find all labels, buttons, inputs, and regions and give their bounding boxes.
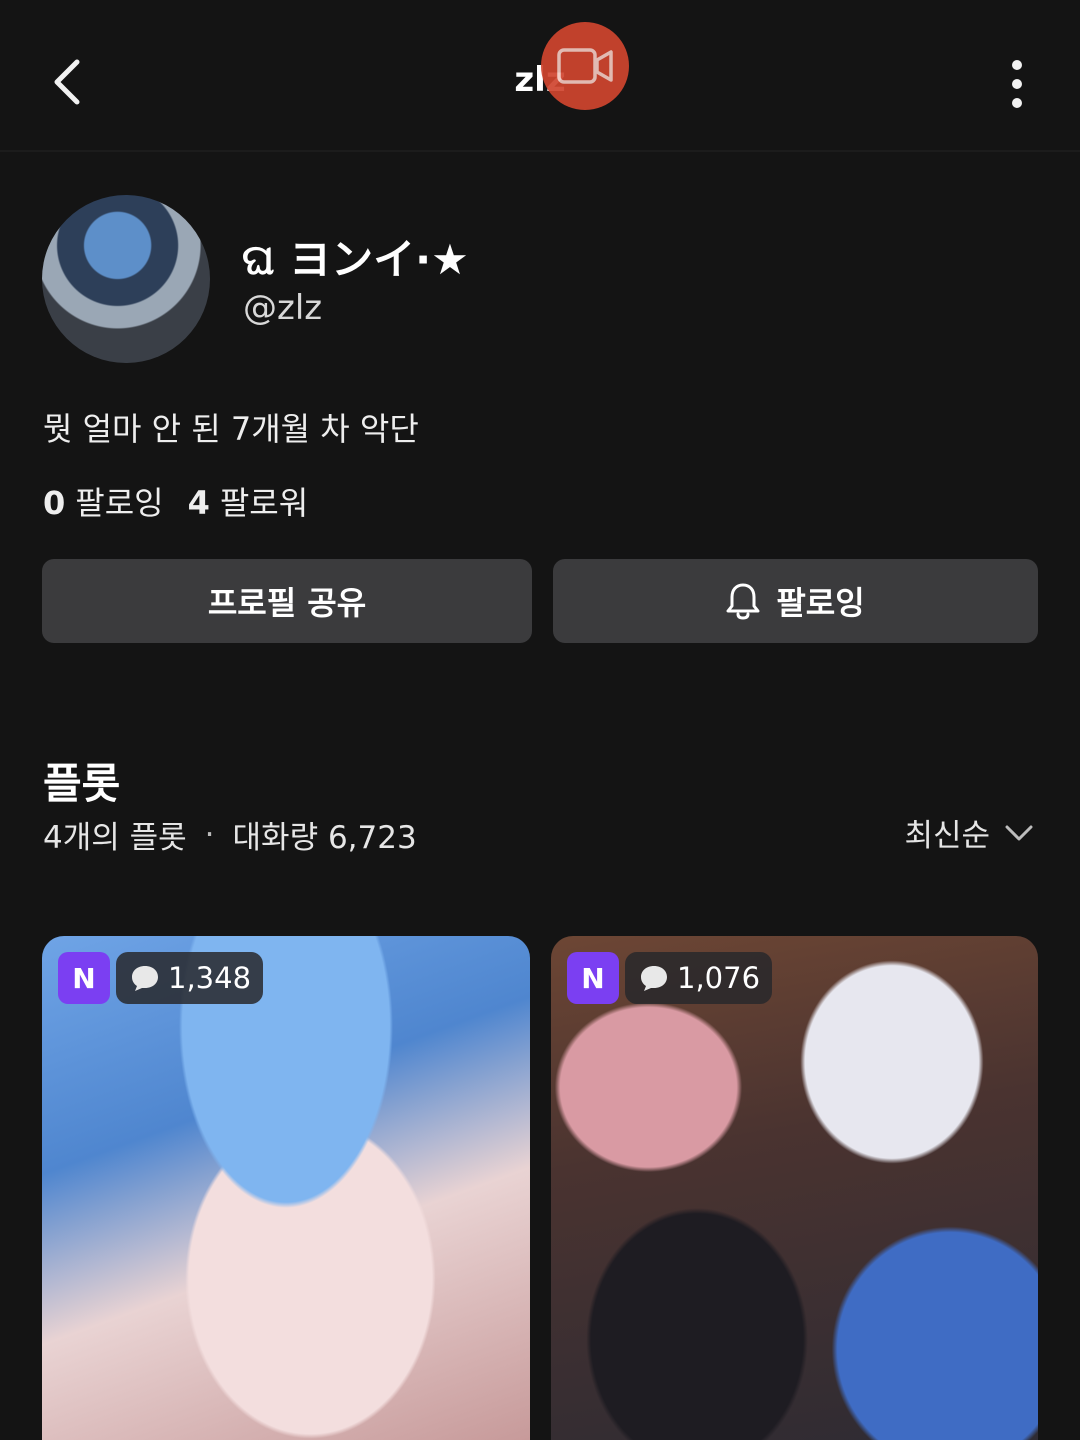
chat-bubble-icon [132,966,158,991]
following-label: 팔로잉 [75,484,164,522]
new-badge: N [58,952,110,1004]
followers-count: 4 [187,484,210,522]
plots-section-title: 플롯 [43,759,121,808]
sort-dropdown[interactable]: 최신순 [904,810,1034,855]
followers-stat[interactable]: 4 팔로워 [188,478,309,524]
page-title: zlz [514,60,566,100]
following-stat[interactable]: 0 팔로잉 [43,478,164,524]
plots-meta: 4개의 플롯 · 대화량 6,723 [43,812,417,857]
more-options-button[interactable] [992,52,1042,116]
new-badge: N [567,952,619,1004]
avatar[interactable] [42,195,210,363]
sort-label: 최신순 [904,818,990,854]
meta-separator: · [204,816,215,853]
following-button-label: 팔로잉 [776,584,865,622]
follow-stats: 0 팔로잉 4 팔로워 [43,478,308,524]
followers-label: 팔로워 [219,484,309,522]
chat-count: 1,348 [168,961,252,995]
profile-bio: 뭣 얼마 안 된 7개월 차 악단 [43,410,419,448]
user-handle: @zlz [243,288,323,328]
conversation-volume: 대화량 6,723 [232,820,417,856]
chat-count-badge: 1,076 [625,952,773,1004]
video-camera-icon [557,48,613,84]
share-profile-label: 프로필 공유 [207,584,367,622]
plots-count: 4개의 플롯 [43,820,187,856]
plot-card[interactable]: N 1,348 [42,936,530,1440]
chat-count: 1,076 [677,961,761,995]
share-profile-button[interactable]: 프로필 공유 [42,559,532,643]
screen-record-button[interactable] [541,22,629,110]
chevron-down-icon [1005,825,1033,840]
display-name: ଘ ヨンイ·★ [242,235,469,284]
vertical-dots-icon [1012,60,1022,70]
following-button[interactable]: 팔로잉 [553,559,1038,643]
bell-icon [726,583,760,620]
following-count: 0 [43,484,66,522]
plot-card[interactable]: N 1,076 [551,936,1038,1440]
top-app-bar: zlz [0,0,1080,152]
chat-count-badge: 1,348 [116,952,264,1004]
chat-bubble-icon [641,966,667,991]
